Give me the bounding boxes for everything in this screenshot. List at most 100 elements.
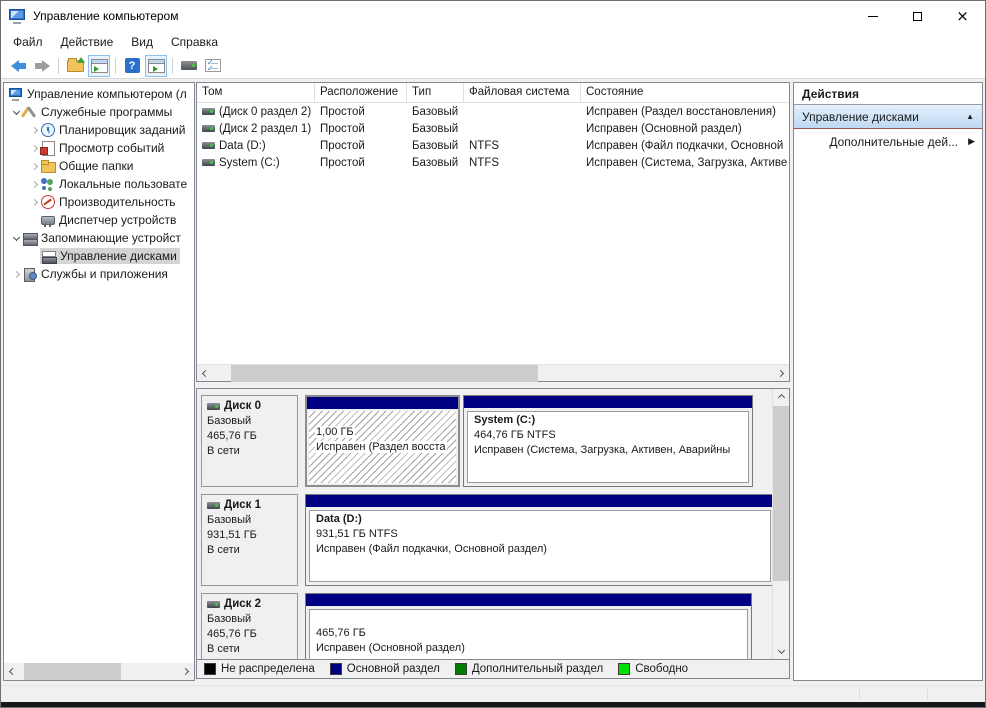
console-tree-pane: Управление компьютером (л Служебные прог…: [3, 82, 195, 681]
legend-unallocated: Не распределена: [204, 663, 315, 675]
chevron-collapsed-icon[interactable]: [28, 146, 40, 151]
chevron-collapsed-icon[interactable]: [28, 164, 40, 169]
tree-item-shared-folders[interactable]: Общие папки: [4, 157, 194, 175]
partition-recovery-selected[interactable]: 1,00 ГБ Исправен (Раздел восста: [305, 395, 460, 487]
scrollbar-thumb[interactable]: [24, 663, 121, 680]
volume-list-header: Том Расположение Тип Файловая система Со…: [197, 83, 789, 103]
maximize-icon: [913, 12, 922, 21]
volume-icon: [202, 159, 215, 166]
tree-item-system-tools[interactable]: Служебные программы: [4, 103, 194, 121]
partition-disk2[interactable]: 465,76 ГБ Исправен (Основной раздел): [305, 593, 752, 659]
tree-item-disk-management[interactable]: Управление дисками: [4, 247, 194, 265]
forward-button[interactable]: [31, 55, 53, 77]
volume-list-horizontal-scrollbar[interactable]: [197, 364, 789, 381]
shared-folders-icon: [40, 159, 55, 173]
column-header-volume[interactable]: Том: [197, 83, 315, 102]
maximize-button[interactable]: [895, 1, 940, 31]
tree-item-computer-management[interactable]: Управление компьютером (л: [4, 85, 194, 103]
legend-swatch: [204, 663, 216, 675]
tree-item-event-viewer[interactable]: Просмотр событий: [4, 139, 194, 157]
tree-item-performance[interactable]: Производительность: [4, 193, 194, 211]
title-bar: Управление компьютером ×: [1, 1, 985, 31]
disk-row-2: Диск 2 Базовый 465,76 ГБ В сети 465,76 Г…: [201, 593, 768, 659]
local-users-icon: [40, 177, 55, 191]
show-action-pane-button[interactable]: [145, 55, 167, 77]
chevron-collapsed-icon[interactable]: [10, 272, 22, 277]
tree-item-device-manager[interactable]: Диспетчер устройств: [4, 211, 194, 229]
actions-section-disk-management[interactable]: Управление дисками ▲: [794, 105, 982, 129]
scroll-right-button[interactable]: [772, 365, 789, 382]
column-header-filesystem[interactable]: Файловая система: [464, 83, 581, 102]
help-button[interactable]: ?: [121, 55, 143, 77]
center-column: Том Расположение Тип Файловая система Со…: [196, 82, 790, 681]
actions-pane-title: Действия: [794, 83, 982, 105]
partition-color-bar: [306, 594, 751, 606]
scrollbar-thumb[interactable]: [773, 406, 790, 581]
disk-icon: [207, 403, 220, 410]
partition-body: 465,76 ГБ Исправен (Основной раздел): [309, 609, 748, 659]
chevron-collapsed-icon[interactable]: [28, 182, 40, 187]
legend-swatch: [618, 663, 630, 675]
legend-primary-partition: Основной раздел: [330, 663, 440, 675]
chevron-expanded-icon[interactable]: [10, 111, 22, 114]
scroll-up-button[interactable]: [773, 389, 790, 406]
menu-file[interactable]: Файл: [4, 32, 52, 52]
legend-swatch: [330, 663, 342, 675]
chevron-expanded-icon[interactable]: [10, 237, 22, 240]
legend-bar: Не распределена Основной раздел Дополнит…: [196, 660, 790, 679]
export-list-button[interactable]: [64, 55, 86, 77]
scroll-down-button[interactable]: [773, 642, 790, 659]
performance-icon: [40, 195, 55, 209]
column-header-status[interactable]: Состояние: [581, 83, 789, 102]
partition-body: Data (D:) 931,51 ГБ NTFS Исправен (Файл …: [309, 510, 771, 582]
tree-item-task-scheduler[interactable]: Планировщик заданий: [4, 121, 194, 139]
forward-arrow-icon: [35, 60, 50, 72]
disk-1-info[interactable]: Диск 1 Базовый 931,51 ГБ В сети: [201, 494, 298, 586]
chevron-collapsed-icon[interactable]: [28, 128, 40, 133]
disk-2-info[interactable]: Диск 2 Базовый 465,76 ГБ В сети: [201, 593, 298, 659]
menu-view[interactable]: Вид: [122, 32, 162, 52]
menu-action[interactable]: Действие: [52, 32, 123, 52]
disk-pane-vertical-scrollbar[interactable]: [772, 389, 789, 659]
volume-row[interactable]: (Диск 0 раздел 2) Простой Базовый Исправ…: [197, 103, 789, 120]
menu-bar: Файл Действие Вид Справка: [1, 31, 985, 53]
scroll-left-button[interactable]: [197, 365, 214, 382]
tree-horizontal-scrollbar[interactable]: [4, 663, 194, 680]
column-header-layout[interactable]: Расположение: [315, 83, 407, 102]
menu-help[interactable]: Справка: [162, 32, 227, 52]
close-button[interactable]: ×: [940, 1, 985, 31]
show-console-tree-button[interactable]: [88, 55, 110, 77]
view-options-button[interactable]: [202, 55, 224, 77]
legend-free-space: Свободно: [618, 663, 688, 675]
volume-row[interactable]: (Диск 2 раздел 1) Простой Базовый Исправ…: [197, 120, 789, 137]
legend-extended-partition: Дополнительный раздел: [455, 663, 603, 675]
tree-item-local-users[interactable]: Локальные пользовате: [4, 175, 194, 193]
more-actions-item[interactable]: Дополнительные дей... ▶: [794, 129, 982, 154]
event-viewer-icon: [40, 141, 55, 155]
disk-0-info[interactable]: Диск 0 Базовый 465,76 ГБ В сети: [201, 395, 298, 487]
back-button[interactable]: [7, 55, 29, 77]
scroll-right-button[interactable]: [177, 663, 194, 680]
volume-icon: [202, 108, 215, 115]
scroll-left-button[interactable]: [4, 663, 21, 680]
disk-row-1: Диск 1 Базовый 931,51 ГБ В сети Data (D:…: [201, 494, 768, 586]
disk-management-icon: [41, 249, 56, 263]
partition-data-d[interactable]: Data (D:) 931,51 ГБ NTFS Исправен (Файл …: [305, 494, 772, 586]
volume-icon: [202, 125, 215, 132]
tree-item-services-apps[interactable]: Службы и приложения: [4, 265, 194, 283]
scrollbar-thumb[interactable]: [231, 365, 538, 382]
volume-row[interactable]: Data (D:) Простой Базовый NTFS Исправен …: [197, 137, 789, 154]
volume-row[interactable]: System (C:) Простой Базовый NTFS Исправе…: [197, 154, 789, 171]
disk-properties-button[interactable]: [178, 55, 200, 77]
disk-icon: [207, 502, 220, 509]
volume-icon: [202, 142, 215, 149]
tools-icon: [22, 105, 37, 119]
column-header-type[interactable]: Тип: [407, 83, 464, 102]
tree-item-storage[interactable]: Запоминающие устройст: [4, 229, 194, 247]
chevron-collapsed-icon[interactable]: [28, 200, 40, 205]
minimize-button[interactable]: [850, 1, 895, 31]
checklist-icon: [205, 59, 221, 72]
collapse-caret-icon[interactable]: ▲: [966, 112, 974, 121]
partition-system-c[interactable]: System (C:) 464,76 ГБ NTFS Исправен (Сис…: [463, 395, 753, 487]
action-pane-icon: [148, 59, 165, 73]
